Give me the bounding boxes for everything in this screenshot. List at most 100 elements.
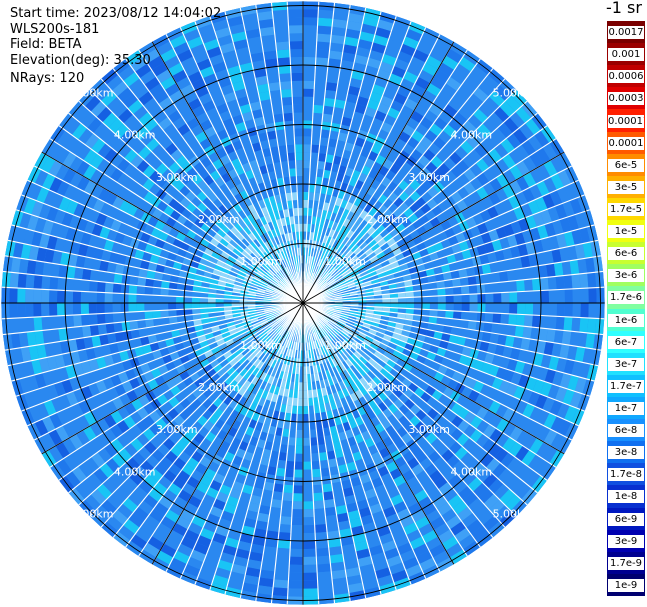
ppi-cell: [112, 293, 121, 303]
ppi-cell: [294, 453, 303, 462]
ppi-cell: [314, 73, 328, 82]
ppi-cell: [303, 461, 312, 470]
ppi-cell: [453, 303, 462, 312]
ppi-cell: [56, 303, 66, 316]
ppi-cell: [278, 73, 292, 82]
ppi-cell: [303, 564, 318, 573]
instrument-label: WLS200s-181: [10, 22, 100, 37]
ppi-cell: [48, 289, 58, 303]
ppi-cell: [484, 283, 494, 294]
ppi-cell: [524, 278, 533, 292]
ppi-cell: [548, 303, 558, 317]
ppi-cell: [41, 316, 51, 331]
ppi-cell: [283, 112, 294, 122]
ppi-cell: [316, 33, 332, 43]
ppi-cell: [303, 469, 313, 478]
ppi-cell: [17, 273, 27, 289]
ppi-cell: [291, 509, 303, 518]
range-ring-label: 5.00km: [493, 507, 535, 520]
ppi-cell: [556, 303, 565, 317]
colorbar-tick-label: 6e-9: [608, 512, 644, 526]
ppi-cell: [287, 9, 303, 18]
ppi-cell: [272, 587, 289, 597]
ppi-cell: [292, 96, 303, 105]
colorbar-tick-label: 0.001: [608, 48, 644, 62]
ppi-cell: [303, 532, 316, 542]
ppi-cell: [152, 295, 161, 303]
ppi-cell: [289, 556, 303, 565]
colorbar-title: -1 sr: [606, 0, 642, 17]
ppi-cell: [296, 421, 303, 431]
ppi-cell: [493, 292, 502, 303]
ppi-cell: [89, 324, 100, 337]
colorbar-tick-label: 6e-7: [608, 335, 644, 349]
ppi-cell: [315, 49, 330, 59]
ppi-cell: [326, 522, 340, 532]
ppi-cell: [291, 517, 303, 526]
ppi-cell: [270, 97, 283, 107]
ppi-cell: [49, 315, 59, 330]
ppi-cell: [285, 460, 295, 470]
colorbar-tick-label: 3e-7: [608, 357, 644, 371]
ppi-cell: [81, 279, 90, 292]
ppi-cell: [311, 128, 322, 138]
ppi-cell: [183, 303, 193, 310]
ppi-cell: [314, 524, 328, 533]
ppi-cell: [540, 290, 550, 303]
colorbar-tick-label: 1e-6: [608, 313, 644, 327]
ppi-cell: [266, 74, 280, 84]
ppi-cell: [310, 453, 320, 462]
ppi-cell: [313, 500, 325, 510]
ppi-cell: [453, 294, 462, 303]
ppi-cell: [532, 303, 542, 316]
ppi-cell: [290, 532, 303, 542]
ppi-cell: [506, 269, 517, 282]
ppi-cell: [421, 303, 431, 310]
ppi-cell: [104, 282, 114, 294]
ppi-cell: [288, 564, 303, 573]
ppi-cell: [317, 9, 334, 19]
start-time-label: Start time: 2023/08/12 14:04:02: [10, 6, 222, 21]
ppi-cell: [314, 81, 327, 90]
range-ring-label: 1.00km: [240, 339, 282, 352]
ppi-cell: [429, 295, 438, 303]
ppi-cell: [290, 72, 303, 82]
ppi-cell: [303, 56, 316, 66]
ppi-cell: [273, 571, 289, 581]
ppi-cell: [303, 517, 315, 526]
ppi-cell: [580, 288, 589, 303]
ppi-cell: [112, 312, 122, 323]
ppi-cell: [48, 303, 58, 317]
ppi-cell: [279, 516, 292, 525]
ppi-cell: [311, 460, 321, 470]
ppi-cell: [556, 289, 565, 303]
ppi-cell: [274, 33, 290, 43]
ppi-cell: [303, 548, 317, 558]
ppi-cell: [290, 524, 303, 534]
ppi-cell: [275, 555, 290, 565]
ppi-cell: [73, 314, 82, 328]
ppi-cell: [514, 268, 525, 281]
ppi-cell: [295, 445, 303, 454]
ppi-cell: [295, 160, 303, 169]
ppi-cell: [317, 25, 333, 35]
ppi-cell: [303, 485, 313, 494]
ppi-cell: [105, 322, 115, 335]
ppi-cell: [547, 315, 557, 330]
ppi-cell: [540, 303, 550, 316]
ppi-cell: [303, 588, 319, 597]
ppi-cell: [453, 310, 462, 320]
ppi-cell: [517, 303, 526, 315]
ppi-cell: [136, 294, 145, 303]
ppi-cell: [316, 563, 332, 573]
ppi-cell: [288, 25, 303, 34]
colorbar-tick-label: 3e-5: [608, 180, 644, 194]
colorbar-tick-label: 0.0017: [608, 26, 644, 40]
colorbar-tick-label: 0.0003: [608, 92, 644, 106]
ppi-cell: [272, 9, 289, 19]
ppi-cell: [294, 136, 303, 145]
ppi-cell: [303, 9, 319, 18]
ppi-cell: [72, 303, 82, 316]
ppi-cell: [303, 104, 314, 113]
ppi-cell: [88, 313, 98, 326]
